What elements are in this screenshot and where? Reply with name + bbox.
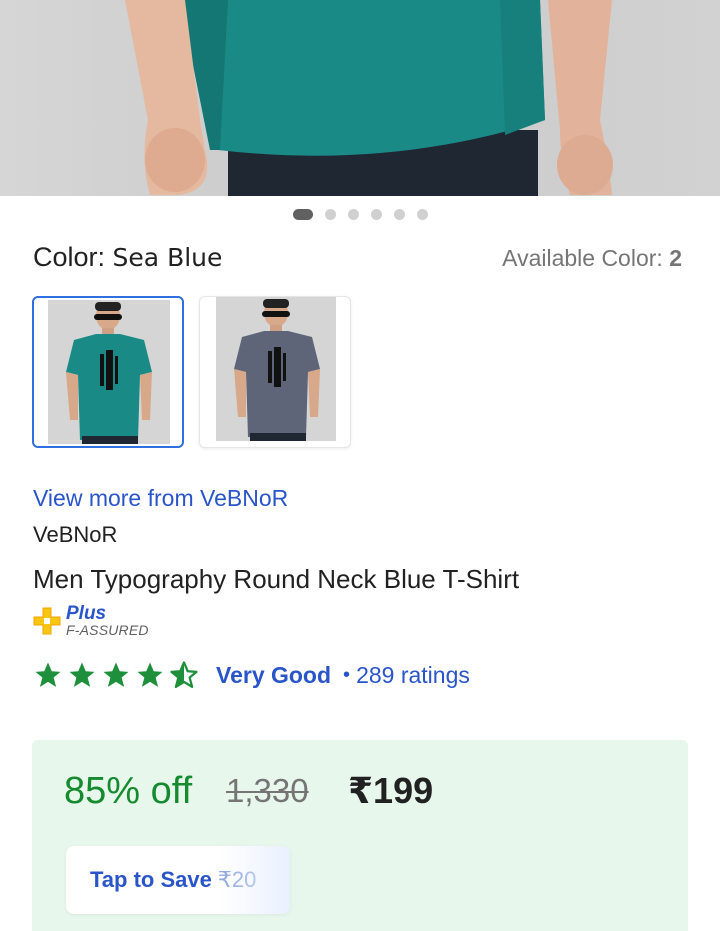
f-assured-label: F-ASSURED bbox=[66, 622, 149, 638]
view-more-from-seller-link[interactable]: View more from VeBNoR bbox=[33, 485, 288, 512]
rating-stars bbox=[32, 660, 200, 690]
plus-badge-icon bbox=[33, 607, 61, 634]
color-label: Color: Sea Blue bbox=[33, 242, 222, 273]
plus-f-assured-badge: Plus F-ASSURED bbox=[32, 604, 149, 637]
carousel-dot-active[interactable] bbox=[292, 209, 313, 220]
price-section: 85% off 1,330 ₹199 Tap to Save ₹20 bbox=[32, 740, 688, 931]
original-price: 1,330 bbox=[226, 772, 309, 809]
carousel-dot[interactable] bbox=[393, 209, 405, 220]
brand-name: VeBNoR bbox=[33, 522, 118, 547]
swatch-thumbnail bbox=[48, 300, 170, 444]
available-colors-label: Available Color: bbox=[502, 245, 663, 271]
tap-to-save-label: Tap to Save bbox=[90, 867, 212, 892]
tap-to-save-button[interactable]: Tap to Save ₹20 bbox=[66, 846, 290, 914]
star-full-icon bbox=[69, 662, 95, 687]
color-swatch-sea-blue[interactable] bbox=[32, 296, 184, 448]
color-label-text: Color: bbox=[33, 242, 106, 272]
product-photo bbox=[0, 0, 720, 196]
star-full-icon bbox=[103, 662, 129, 687]
rating-count: 289 ratings bbox=[356, 661, 470, 688]
rating-label: Very Good bbox=[216, 661, 332, 688]
rating-separator: • bbox=[343, 663, 351, 686]
save-amount: ₹20 bbox=[217, 867, 257, 892]
final-price: ₹199 bbox=[348, 770, 434, 811]
color-swatch-grey[interactable] bbox=[199, 296, 351, 448]
product-title: Men Typography Round Neck Blue T-Shirt bbox=[33, 564, 520, 594]
available-colors: Available Color: 2 bbox=[502, 245, 682, 272]
carousel-dot[interactable] bbox=[324, 209, 336, 220]
carousel-dot[interactable] bbox=[416, 209, 428, 220]
discount-percent: 85% off bbox=[64, 770, 193, 812]
carousel-dot[interactable] bbox=[370, 209, 382, 220]
color-selector-header: Color: Sea Blue Available Color: 2 bbox=[33, 242, 682, 273]
selected-color-name: Sea Blue bbox=[112, 243, 223, 272]
plus-label: Plus bbox=[66, 603, 107, 624]
carousel-dot[interactable] bbox=[347, 209, 359, 220]
star-full-icon bbox=[35, 662, 61, 687]
swatch-thumbnail bbox=[216, 297, 336, 441]
product-image[interactable] bbox=[0, 0, 720, 196]
carousel-indicator bbox=[0, 209, 720, 220]
star-full-icon bbox=[137, 662, 163, 687]
rating-summary[interactable]: Very Good • 289 ratings bbox=[32, 660, 470, 690]
available-colors-count: 2 bbox=[669, 245, 682, 271]
star-half-icon bbox=[170, 661, 198, 688]
